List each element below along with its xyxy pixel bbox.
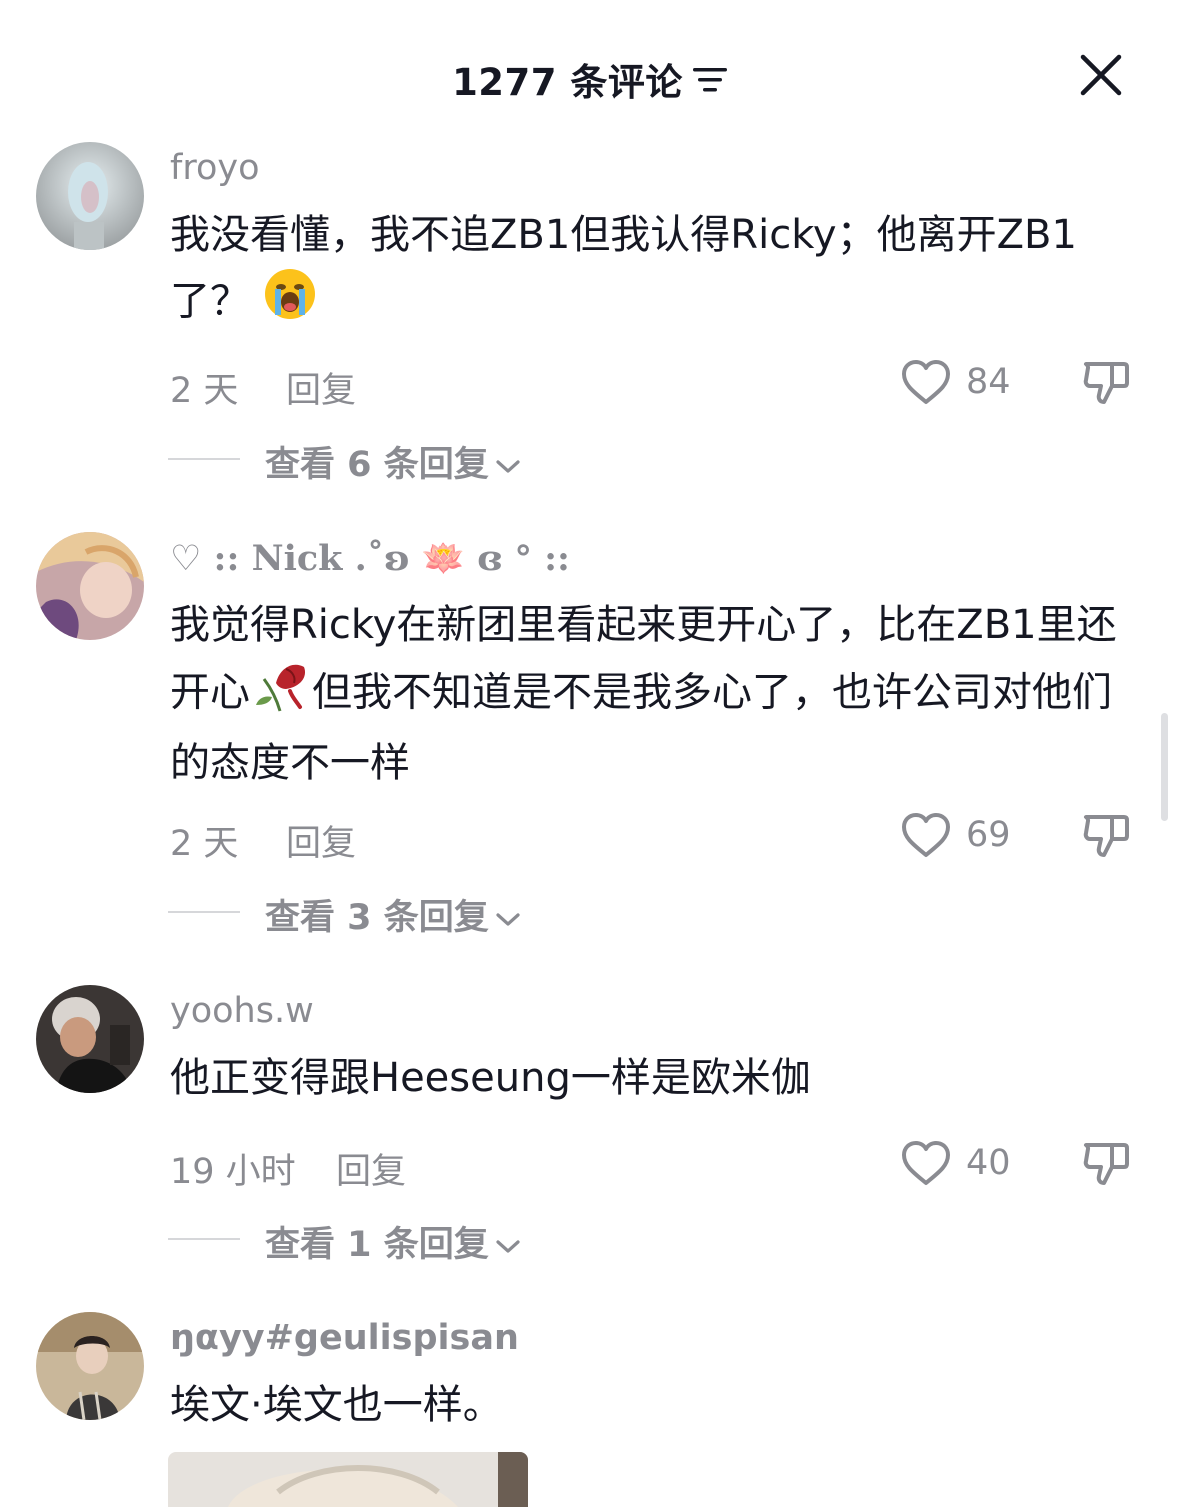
like-count: 69 <box>966 815 1011 855</box>
comment-time: 19 小时 <box>170 1152 296 1192</box>
dislike-button[interactable] <box>1080 1137 1132 1189</box>
username[interactable]: yoohs.w <box>170 991 314 1031</box>
chevron-down-icon <box>495 444 521 484</box>
divider-line <box>168 911 240 913</box>
view-replies-label: 查看 6 条回复 <box>265 436 521 487</box>
comment-text: 我觉得Ricky在新团里看起来更开心了，比在ZB1里还开心 但我不知道是不是我多心… <box>170 594 1140 795</box>
thumbs-down-icon <box>1083 815 1129 857</box>
avatar[interactable] <box>36 532 144 640</box>
avatar[interactable] <box>36 985 144 1093</box>
avatar[interactable] <box>36 1312 144 1420</box>
comment-count: 1277 条评论 <box>452 61 683 104</box>
comment-time: 2 天 <box>170 371 239 411</box>
username[interactable]: ŋαyy#geulispisan <box>170 1318 519 1358</box>
username[interactable]: froyo <box>170 148 259 188</box>
divider-line <box>168 458 240 460</box>
scrollbar[interactable] <box>1161 713 1168 821</box>
chevron-down-icon <box>495 1224 521 1264</box>
divider-line <box>168 1238 240 1240</box>
comment-text: 他正变得跟Heeseung一样是欧米伽 <box>170 1055 811 1101</box>
view-replies-label: 查看 1 条回复 <box>265 1216 521 1267</box>
filter-lines-icon[interactable] <box>692 60 727 103</box>
attached-image[interactable] <box>168 1452 528 1507</box>
close-icon <box>1080 54 1122 96</box>
comments-header: 1277 条评论 <box>0 0 1179 140</box>
view-replies-text: 查看 1 条回复 <box>265 1225 489 1265</box>
dislike-button[interactable] <box>1080 809 1132 861</box>
username[interactable]: ♡ :: Nick .˚ʚ 🪷 ɞ ° :: <box>170 538 570 579</box>
reply-button[interactable]: 回复 <box>286 815 356 866</box>
reply-button[interactable]: 回复 <box>336 1143 406 1194</box>
heart-outline-icon <box>902 360 950 404</box>
comments-title: 1277 条评论 <box>0 52 1179 106</box>
thumbs-down-icon <box>1083 1143 1129 1185</box>
heart-outline-icon <box>902 1141 950 1185</box>
comment-time: 2 天 <box>170 824 239 864</box>
comment-text: 埃文·埃文也一样。 <box>170 1382 503 1428</box>
chevron-down-icon <box>495 897 521 937</box>
view-replies-text: 查看 3 条回复 <box>265 898 489 938</box>
heart-outline-icon <box>902 813 950 857</box>
view-replies-text: 查看 6 条回复 <box>265 445 489 485</box>
close-button[interactable] <box>1080 54 1122 96</box>
dislike-button[interactable] <box>1080 356 1132 408</box>
avatar[interactable] <box>36 142 144 250</box>
like-count: 40 <box>966 1143 1011 1183</box>
loudly-crying-face-icon <box>263 267 317 340</box>
thumbs-down-icon <box>1083 362 1129 404</box>
like-count: 84 <box>966 362 1011 402</box>
comment-text: 我没看懂，我不追ZB1但我认得Ricky；他离开ZB1了？ <box>170 204 1140 340</box>
view-replies-label: 查看 3 条回复 <box>265 889 521 940</box>
reply-button[interactable]: 回复 <box>286 362 356 413</box>
wilted-rose-icon <box>250 657 312 732</box>
